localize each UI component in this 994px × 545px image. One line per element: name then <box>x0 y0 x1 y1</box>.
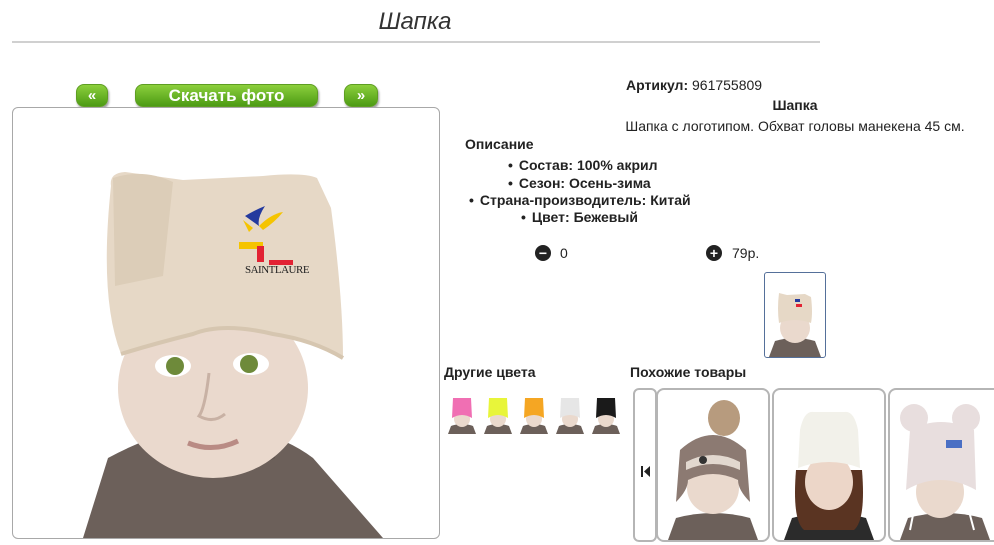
article-label: Артикул: <box>626 77 689 93</box>
detail-composition: Состав: 100% акрил <box>508 157 658 173</box>
other-colors-heading: Другие цвета <box>444 364 536 380</box>
white-hat-thumb <box>556 398 584 434</box>
color-option-yellow[interactable] <box>482 392 514 434</box>
article-line: Артикул: 961755809 <box>626 77 966 93</box>
detail-season: Сезон: Осень-зима <box>508 175 651 191</box>
main-product-image[interactable]: SAINTLAURE <box>12 107 440 539</box>
quantity-value: 0 <box>560 245 568 261</box>
description-heading: Описание <box>465 136 534 152</box>
orange-hat-thumb <box>520 398 548 434</box>
similar-product-1[interactable] <box>656 388 770 542</box>
product-thumbnail[interactable] <box>764 272 826 358</box>
first-page-icon <box>641 466 650 477</box>
price: 79р. <box>732 245 760 261</box>
color-option-white[interactable] <box>554 392 586 434</box>
detail-country: Страна-производитель: Китай <box>469 192 691 208</box>
product-description: Шапка с логотипом. Обхват головы манекен… <box>625 118 965 134</box>
title-divider <box>12 41 820 43</box>
color-option-pink[interactable] <box>446 392 478 434</box>
color-option-orange[interactable] <box>518 392 550 434</box>
download-photo-button[interactable]: Скачать фото <box>135 84 318 107</box>
page-title: Шапка <box>378 8 452 35</box>
next-photo-button[interactable]: » <box>344 84 378 107</box>
article-value: 961755809 <box>692 77 763 93</box>
detail-color: Цвет: Бежевый <box>521 209 638 225</box>
similar-product-3[interactable] <box>888 388 994 542</box>
similar-scroll-first-button[interactable] <box>633 388 657 542</box>
product-photo <box>83 172 383 538</box>
minus-circle-icon[interactable]: − <box>535 245 551 261</box>
pink-hat-thumb <box>448 398 476 434</box>
plus-circle-icon[interactable]: + <box>706 245 722 261</box>
color-option-black[interactable] <box>590 392 622 434</box>
similar-products-heading: Похожие товары <box>630 364 747 380</box>
hat-logo-text: SAINTLAURE <box>245 264 310 276</box>
similar-product-1-photo <box>668 400 758 540</box>
similar-product-2-photo <box>784 411 874 540</box>
product-name: Шапка <box>772 97 818 113</box>
yellow-hat-thumb <box>484 398 512 434</box>
similar-product-2[interactable] <box>772 388 886 542</box>
similar-product-3-photo <box>900 404 990 540</box>
prev-photo-button[interactable]: « <box>76 84 108 107</box>
black-hat-thumb <box>592 398 620 434</box>
thumbnail-photo <box>769 293 821 357</box>
